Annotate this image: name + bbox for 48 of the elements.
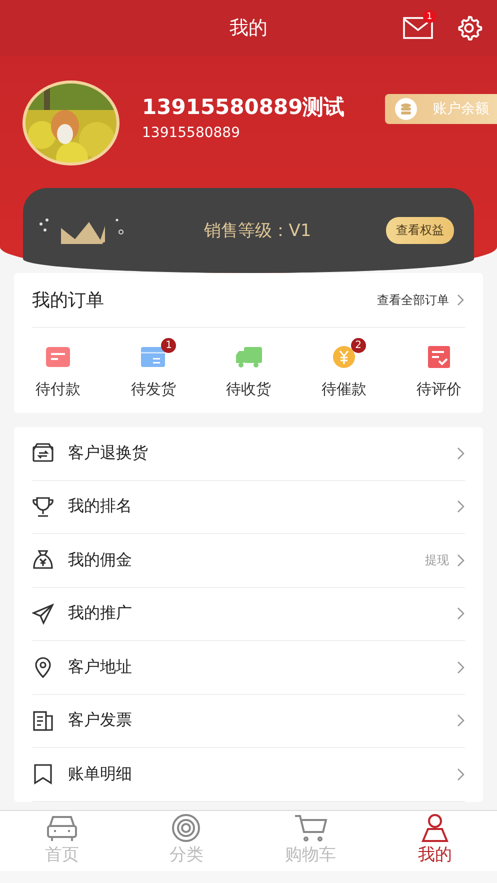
box-icon [32,442,54,464]
chevron-icon [457,660,465,674]
truck-icon [234,346,262,368]
orders-title: 我的订单 [32,289,104,312]
menu-item[interactable]: 客户退换货 [32,427,465,480]
settings-icon[interactable] [455,14,483,42]
paper-plane-icon [32,602,54,625]
count-badge: 2 [350,338,366,353]
count-badge: 1 [161,338,176,353]
user-name: 13915580889测试 [142,94,346,121]
view-benefits-button[interactable]: 查看权益 [386,217,454,244]
coins-icon [395,98,417,120]
tab-bar-item[interactable]: 我的 [372,811,497,871]
menu-item[interactable]: 我的佣金 提现 [32,534,465,588]
box-icon [140,346,166,368]
menu-item[interactable]: 我的推广 [32,588,465,641]
phone-number: 13915580889 [142,125,241,141]
order-status-button[interactable]: 2 待催款 [306,334,381,399]
cart-icon [292,813,329,843]
order-status-button[interactable]: 1 待发货 [116,334,190,399]
notification-badge: 1 [423,10,436,23]
bookmark-icon [32,763,54,786]
mail-icon[interactable] [403,17,433,39]
view-all-orders-link[interactable]: 查看全部订单 [377,292,465,308]
menu-item[interactable]: 账单明细 [32,748,465,802]
checklist-icon [427,345,451,369]
order-status-button[interactable]: 待评价 [402,334,476,399]
order-status-button[interactable]: 待收货 [212,334,286,399]
chevron-icon [457,768,465,781]
menu-item[interactable]: 我的排名 [32,480,465,534]
chevron-icon [457,294,465,306]
chevron-icon [457,500,465,514]
withdraw-label: 提现 [425,552,449,569]
chevron-icon [457,554,465,567]
order-status-button[interactable]: 待付款 [21,334,95,399]
yuan-coin-icon [332,345,356,369]
card-icon [45,346,71,368]
chevron-icon [457,714,465,728]
chevron-icon [457,446,465,460]
receipt-icon [32,710,54,732]
menu-item[interactable]: 客户发票 [32,694,465,748]
location-pin-icon [32,656,54,678]
money-bag-icon [32,549,54,572]
page-title: 我的 [230,16,268,41]
chevron-icon [457,607,465,620]
trophy-icon [32,496,54,518]
sales-level: 销售等级：V1 [202,220,312,242]
menu-item[interactable]: 客户地址 [32,641,465,694]
